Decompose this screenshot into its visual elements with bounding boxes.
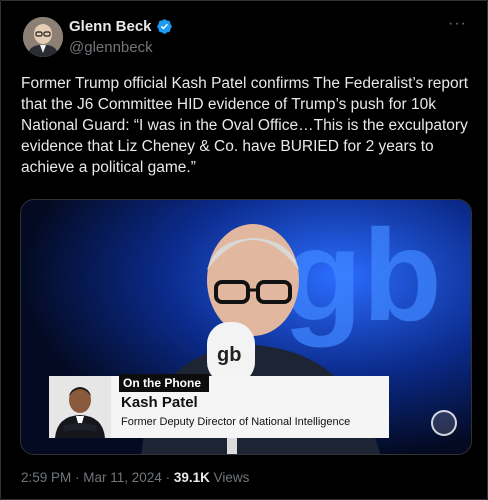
tweet-meta: 2:59 PM · Mar 11, 2024 · 39.1K Views: [21, 470, 249, 485]
author-handle[interactable]: @glennbeck: [69, 39, 153, 56]
guest-photo: [49, 376, 111, 438]
tweet-card: Glenn Beck @glennbeck ··· Former Trump o…: [0, 0, 488, 500]
verified-badge-icon: [156, 19, 172, 34]
guest-portrait-icon: [49, 376, 111, 438]
author-display-name[interactable]: Glenn Beck: [69, 18, 152, 35]
guest-name: Kash Patel: [121, 394, 198, 411]
author-name-row: Glenn Beck: [69, 18, 173, 35]
tweet-text: Former Trump official Kash Patel confirm…: [21, 75, 473, 176]
meta-separator-2: ·: [161, 470, 174, 485]
gb-studio-logo: gb: [283, 202, 442, 348]
on-the-phone-tag: On the Phone: [119, 374, 209, 392]
meta-separator: ·: [71, 470, 84, 485]
author-avatar[interactable]: [23, 17, 63, 57]
tweet-time[interactable]: 2:59 PM: [21, 470, 71, 485]
lower-third-card: On the Phone Kash Patel Former Deputy Di…: [49, 374, 389, 438]
person-avatar-icon: [23, 17, 63, 57]
tweet-date[interactable]: Mar 11, 2024: [83, 470, 162, 485]
views-count: 39.1K: [173, 470, 210, 485]
guest-title: Former Deputy Director of National Intel…: [121, 416, 351, 428]
blaze-network-logo-icon: [431, 410, 457, 436]
views-label: Views: [209, 470, 250, 485]
tweet-media-video[interactable]: gb gb On the Phone Kash Patel Former Dep…: [20, 199, 472, 455]
more-options-icon[interactable]: ···: [448, 15, 467, 33]
mic-logo: gb: [217, 344, 241, 366]
